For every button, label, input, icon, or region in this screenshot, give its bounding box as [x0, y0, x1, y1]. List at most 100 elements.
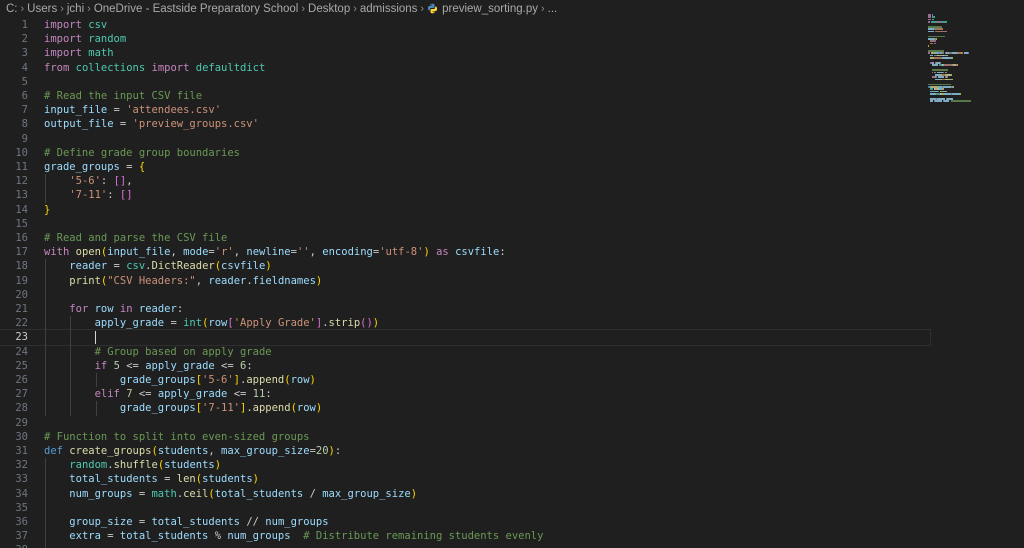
- minimap-stroke: [928, 35, 946, 38]
- code-line[interactable]: 3 import math: [0, 46, 930, 60]
- minimap-stroke: [956, 64, 958, 66]
- breadcrumb-file[interactable]: preview_sorting.py: [427, 3, 538, 15]
- code-line[interactable]: 28 grade_groups['7-11'].append(row): [0, 401, 930, 415]
- minimap-stroke: [928, 38, 935, 40]
- code-text: for row in reader:: [69, 303, 184, 315]
- code-line[interactable]: 27 elif 7 <= apply_grade <= 11:: [0, 387, 930, 401]
- breadcrumb-more[interactable]: ...: [548, 3, 558, 15]
- code-line[interactable]: 19 print("CSV Headers:", reader.fieldnam…: [0, 274, 930, 288]
- code-line[interactable]: 11 grade_groups = {: [0, 160, 930, 174]
- breadcrumb-item[interactable]: C:: [6, 3, 18, 15]
- indent-guide: [95, 373, 97, 388]
- line-number: 13: [15, 189, 28, 202]
- code-line[interactable]: 21 for row in reader:: [0, 302, 930, 316]
- line-number: 12: [15, 175, 28, 188]
- code-line[interactable]: 23: [0, 329, 931, 346]
- code-line[interactable]: 22 apply_grade = int(row['Apply Grade'].…: [0, 316, 930, 330]
- minimap-stroke: [967, 52, 969, 54]
- line-number: 35: [15, 501, 28, 514]
- python-file-icon: [428, 4, 438, 14]
- line-number: 6: [21, 90, 28, 102]
- code-line[interactable]: 26 grade_groups['5-6'].append(row): [0, 373, 930, 387]
- code-line[interactable]: 24 # Group based on apply grade: [0, 345, 930, 359]
- code-line[interactable]: 4 from collections import defaultdict: [0, 61, 930, 75]
- code-line[interactable]: 9: [0, 132, 930, 146]
- breadcrumb-item[interactable]: Desktop: [308, 3, 350, 15]
- code-text: def create_groups(students, max_group_si…: [44, 445, 342, 457]
- code-line[interactable]: 38: [0, 543, 930, 548]
- minimap-stroke: [951, 57, 953, 59]
- code-line[interactable]: 1 import csv: [0, 18, 930, 32]
- chevron-right-icon: ›: [301, 3, 306, 15]
- code-line[interactable]: 30 # Function to split into even-sized gr…: [0, 430, 930, 444]
- minimap-stroke: [930, 54, 934, 57]
- code-line[interactable]: 13 '7-11': []: [0, 188, 930, 202]
- code-text: # Read the input CSV file: [44, 90, 203, 102]
- minimap-stroke: [928, 83, 952, 86]
- code-line[interactable]: 2 import random: [0, 32, 930, 46]
- code-line[interactable]: 8 output_file = 'preview_groups.csv': [0, 117, 930, 131]
- minimap-stroke: [931, 14, 934, 16]
- minimap-stroke: [928, 14, 932, 16]
- code-line[interactable]: 7 input_file = 'attendees.csv': [0, 103, 930, 117]
- minimap[interactable]: [928, 14, 1024, 134]
- line-number: 22: [15, 317, 28, 330]
- code-line[interactable]: 29: [0, 416, 930, 430]
- code-line[interactable]: 16 # Read and parse the CSV file: [0, 231, 930, 245]
- minimap-stroke: [928, 30, 935, 33]
- minimap-stroke: [947, 98, 953, 100]
- minimap-stroke: [928, 26, 942, 28]
- breadcrumb-item[interactable]: jchi: [67, 3, 84, 15]
- code-line[interactable]: 14}: [0, 203, 930, 217]
- minimap-stroke: [951, 78, 953, 81]
- minimap-stroke: [953, 86, 955, 88]
- code-line[interactable]: 34 num_groups = math.ceil(total_students…: [0, 487, 930, 501]
- minimap-stroke: [946, 90, 948, 93]
- code-text: input_file = 'attendees.csv': [44, 104, 222, 117]
- line-number: 15: [15, 217, 28, 230]
- code-editor[interactable]: 1 import csv 2 import random 3 import math 4 fr…: [0, 18, 1024, 548]
- minimap-stroke: [937, 21, 941, 23]
- code-line[interactable]: 18 reader = csv.DictReader(csvfile): [0, 259, 930, 273]
- line-number: 25: [15, 359, 28, 372]
- minimap-stroke: [932, 64, 939, 66]
- minimap-stroke: [928, 45, 929, 47]
- minimap-stroke: [945, 71, 947, 74]
- code-line[interactable]: 35: [0, 501, 930, 515]
- breadcrumb-item[interactable]: Users: [27, 3, 57, 15]
- code-line[interactable]: 33 total_students = len(students): [0, 472, 930, 486]
- minimap-stroke: [947, 76, 949, 78]
- minimap-stroke: [937, 76, 944, 78]
- line-number: 2: [21, 33, 28, 46]
- code-line[interactable]: 6 # Read the input CSV file: [0, 89, 930, 103]
- minimap-stroke: [951, 74, 953, 76]
- code-text: from collections import defaultdict: [44, 61, 266, 74]
- breadcrumb-file-label: preview_sorting.py: [442, 3, 538, 15]
- breadcrumb-item[interactable]: OneDrive - Eastside Preparatory School: [94, 3, 299, 15]
- code-line[interactable]: 32 random.shuffle(students): [0, 458, 930, 472]
- chevron-right-icon: ›: [60, 3, 64, 15]
- line-number: 21: [15, 303, 28, 315]
- code-line[interactable]: 31 def create_groups(students, max_group_…: [0, 444, 930, 458]
- chevron-right-icon: ›: [353, 3, 357, 15]
- code-text: print("CSV Headers:", reader.fieldnames): [69, 274, 323, 287]
- code-line[interactable]: 36 group_size = total_students // num_gr…: [0, 515, 930, 529]
- code-line[interactable]: 15: [0, 217, 930, 231]
- code-line[interactable]: 25 if 5 <= apply_grade <= 6:: [0, 359, 930, 373]
- minimap-stroke: [947, 54, 949, 57]
- line-number: 16: [15, 232, 28, 244]
- minimap-stroke: [930, 90, 938, 93]
- minimap-stroke: [934, 74, 942, 76]
- chevron-right-icon: ›: [420, 3, 425, 15]
- code-line[interactable]: 10 # Define grade group boundaries: [0, 146, 930, 160]
- minimap-stroke: [931, 18, 935, 21]
- code-line[interactable]: 12 '5-6': [],: [0, 174, 930, 188]
- code-line[interactable]: 5: [0, 75, 930, 89]
- breadcrumb-item[interactable]: admissions: [360, 3, 418, 15]
- minimap-stroke: [941, 21, 948, 23]
- code-text: import csv: [44, 19, 108, 31]
- code-line[interactable]: 17 with open(input_file, mode='r', newlin…: [0, 245, 930, 259]
- minimap-stroke: [928, 18, 932, 21]
- code-line[interactable]: 20: [0, 288, 930, 302]
- code-line[interactable]: 37 extra = total_students % num_groups #…: [0, 529, 930, 543]
